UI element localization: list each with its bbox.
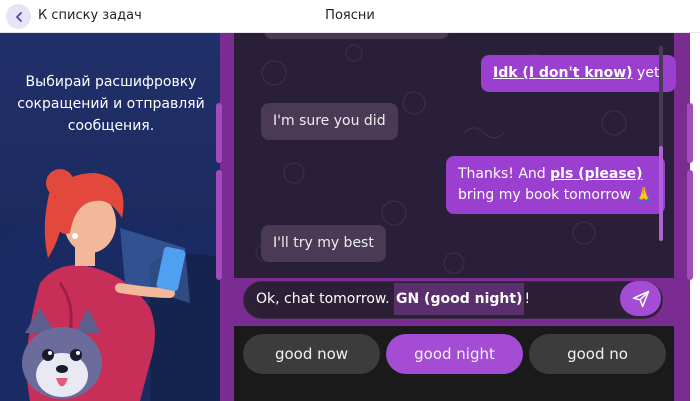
message-bubble-incoming: I'll try my best [261, 225, 386, 262]
frame-side-tab-left [216, 103, 222, 163]
composer-prefix: Ok, chat tomorrow. [256, 291, 394, 307]
scrollbar-thumb[interactable] [659, 146, 663, 241]
composer-text: Ok, chat tomorrow. GN (good night)! [256, 283, 531, 315]
page-title: Поясни [325, 8, 375, 23]
message-text: bring my book tomorrow 🙏 [458, 187, 653, 203]
abbreviation-highlight: pls (please) [550, 166, 643, 182]
option-good-no[interactable]: good no [529, 334, 666, 374]
frame-side-tab-right [687, 103, 693, 163]
message-bubble-partial [264, 33, 449, 39]
send-button[interactable] [620, 281, 661, 316]
frame-side-tab-left-lower [216, 170, 222, 280]
girl-and-dog-illustration [0, 169, 225, 401]
option-good-now[interactable]: good now [243, 334, 380, 374]
message-bubble-incoming: I'm sure you did [261, 103, 398, 140]
paper-plane-icon [632, 290, 649, 307]
abbreviation-highlight: Idk (I don't know) [493, 65, 633, 81]
option-good-night[interactable]: good night [386, 334, 523, 374]
message-text: Thanks! And [458, 166, 551, 182]
illustration-panel: Выбирай расшифровку сокращений и отправл… [0, 33, 225, 401]
message-bubble-outgoing: Idk (I don't know) yet. [481, 55, 676, 92]
top-bar: К списку задач Поясни [0, 0, 700, 33]
composer-suffix: ! [524, 291, 531, 307]
chat-scrollbar[interactable] [659, 46, 663, 241]
message-composer[interactable]: Ok, chat tomorrow. GN (good night)! [243, 281, 663, 319]
message-bubble-outgoing: Thanks! And pls (please) bring my book to… [446, 156, 665, 214]
composer-blank-answer: GN (good night) [393, 283, 525, 315]
frame-side-tab-right-lower [687, 170, 693, 280]
